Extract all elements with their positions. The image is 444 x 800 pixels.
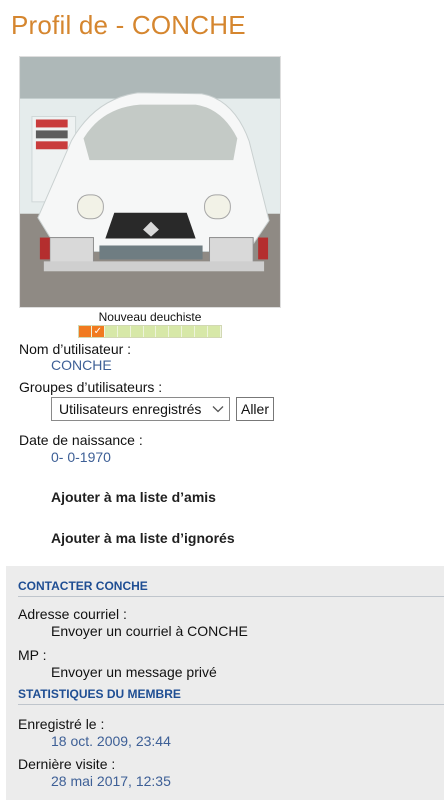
username-value: CONCHE [51,357,112,373]
birthdate-label: Date de naissance : [19,432,143,448]
page-title: Profil de - CONCHE [11,10,246,40]
rank-segment [143,326,157,337]
registered-label: Enregistré le : [18,716,105,732]
rank-segment [104,326,118,337]
groups-select[interactable]: Utilisateurs enregistrés [51,397,230,421]
groups-label: Groupes d’utilisateurs : [19,379,163,395]
last-visit-value: 28 mai 2017, 12:35 [51,773,171,789]
birthdate-value: 0- 0-1970 [51,449,111,465]
add-ignored-link[interactable]: Ajouter à ma liste d’ignorés [51,530,235,546]
rank-segment [156,326,170,337]
rank-segment [79,326,92,337]
pm-link[interactable]: Envoyer un message privé [51,664,217,680]
groups-select-value: Utilisateurs enregistrés [59,401,202,417]
rank-segment [195,326,209,337]
rank-segment: ✓ [91,326,105,337]
rank-progress-bar: ✓ [78,325,222,338]
email-link[interactable]: Envoyer un courriel à CONCHE [51,623,248,639]
chevron-down-icon [212,406,224,413]
email-label: Adresse courriel : [18,606,127,622]
add-friend-link[interactable]: Ajouter à ma liste d’amis [51,489,216,505]
rank-segment [130,326,144,337]
stats-section-header: STATISTIQUES DU MEMBRE [18,684,444,705]
rank-segment [208,326,221,337]
contact-section-header: CONTACTER CONCHE [18,576,444,597]
groups-go-button[interactable]: Aller [236,397,274,421]
username-label: Nom d’utilisateur : [19,341,132,357]
rank-title: Nouveau deuchiste [98,310,202,324]
last-visit-label: Dernière visite : [18,756,116,772]
pm-label: MP : [18,647,47,663]
avatar [19,56,281,308]
rank-segment [117,326,131,337]
rank-segment [169,326,183,337]
rank-segment [182,326,196,337]
profile-panel: CONTACTER CONCHE Adresse courriel : Envo… [6,566,444,800]
registered-value: 18 oct. 2009, 23:44 [51,733,171,749]
